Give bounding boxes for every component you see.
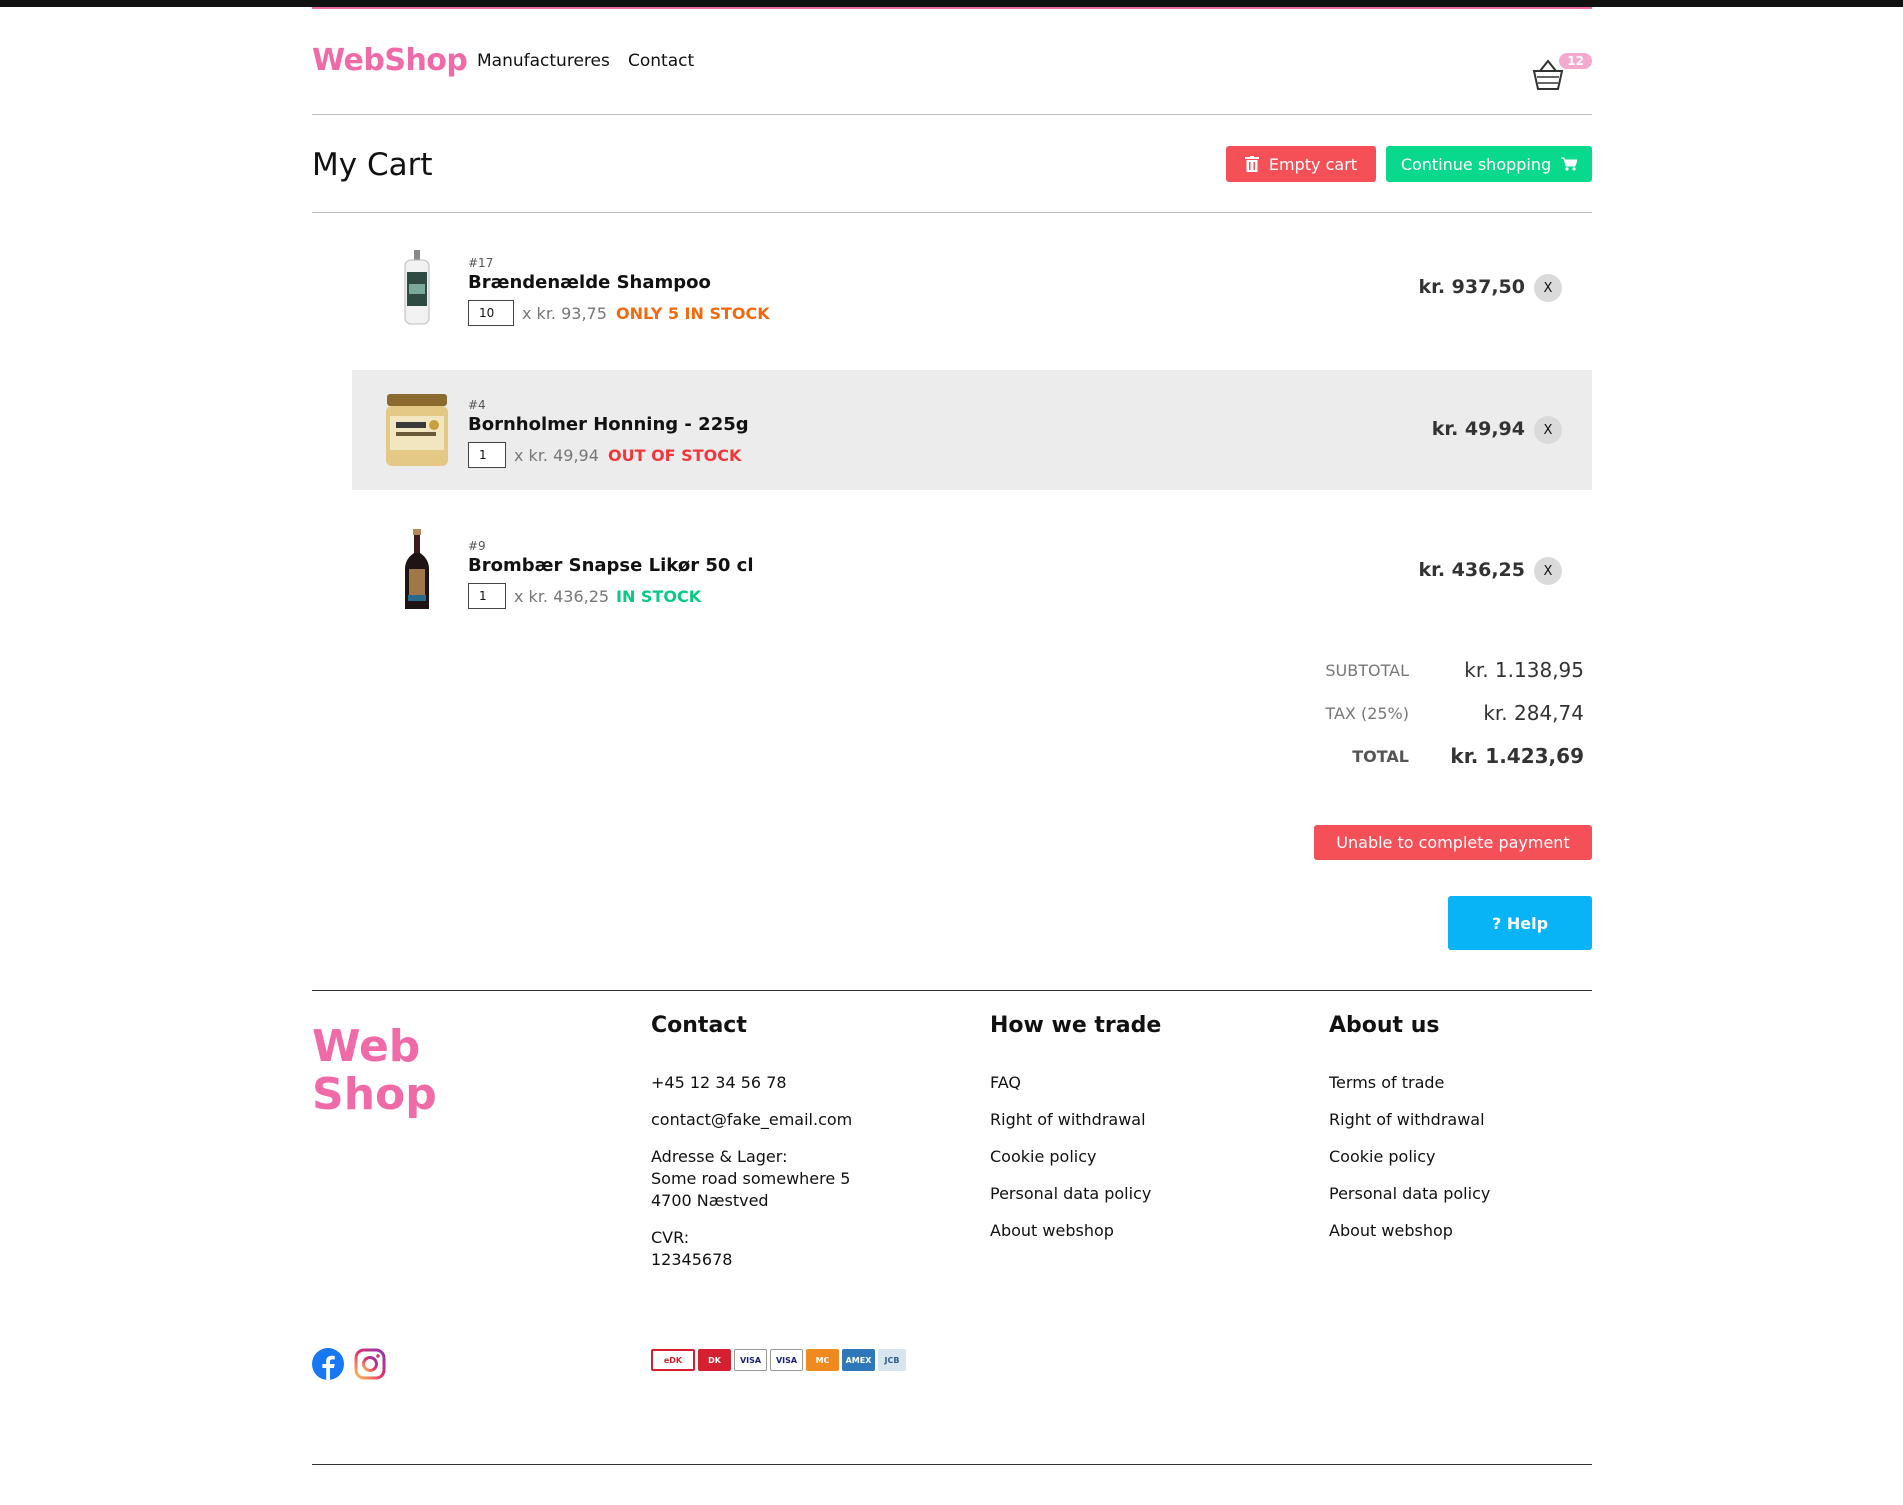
- tax-label: TAX (25%): [1325, 704, 1409, 723]
- shopping-cart-icon: [1561, 157, 1578, 171]
- footer-logo-line1: Web: [312, 1021, 421, 1072]
- product-name[interactable]: Brombær Snapse Likør 50 cl: [468, 555, 754, 576]
- line-total: kr. 937,50: [1418, 276, 1525, 298]
- footer-link-personal-data[interactable]: Personal data policy: [990, 1184, 1151, 1203]
- top-bar: [0, 0, 1903, 7]
- unit-price: x kr. 93,75: [522, 304, 607, 323]
- facebook-icon[interactable]: [312, 1348, 344, 1380]
- footer-link-personal-data[interactable]: Personal data policy: [1329, 1184, 1490, 1203]
- footer-cvr: CVR: 12345678: [651, 1227, 951, 1271]
- footer-logo-line2: Shop: [312, 1069, 437, 1120]
- quantity-input[interactable]: [468, 300, 514, 326]
- footer-link-withdrawal[interactable]: Right of withdrawal: [990, 1110, 1146, 1129]
- help-button[interactable]: ? Help: [1448, 896, 1592, 950]
- stock-status: OUT OF STOCK: [608, 446, 742, 465]
- product-image-liqueur[interactable]: [382, 529, 452, 613]
- cart-item: #9 Brombær Snapse Likør 50 cl x kr. 436,…: [352, 511, 1592, 631]
- cvr-label: CVR:: [651, 1228, 690, 1247]
- footer-trade-column: How we trade FAQ Right of withdrawal Coo…: [990, 1013, 1290, 1257]
- footer-phone[interactable]: +45 12 34 56 78: [651, 1072, 951, 1094]
- social-links: [312, 1348, 386, 1380]
- footer-link-cookie[interactable]: Cookie policy: [990, 1147, 1097, 1166]
- edankort-card-icon: eDK: [651, 1349, 695, 1371]
- cvr-number: 12345678: [651, 1250, 733, 1269]
- trash-icon: [1244, 156, 1259, 172]
- stock-status: ONLY 5 IN STOCK: [616, 304, 770, 323]
- footer-link-about-webshop[interactable]: About webshop: [990, 1221, 1114, 1240]
- stock-status: IN STOCK: [616, 587, 702, 606]
- address-line2: 4700 Næstved: [651, 1191, 769, 1210]
- total-value: kr. 1.423,69: [1450, 744, 1584, 768]
- page-title: My Cart: [312, 147, 433, 183]
- footer-about-column: About us Terms of trade Right of withdra…: [1329, 1013, 1629, 1257]
- subtotal-label: SUBTOTAL: [1325, 661, 1409, 680]
- unit-price: x kr. 436,25: [514, 587, 610, 606]
- footer-logo[interactable]: Web Shop: [312, 1023, 437, 1119]
- remove-item-button[interactable]: X: [1534, 274, 1562, 302]
- line-total: kr. 49,94: [1431, 418, 1525, 440]
- product-sku: #4: [468, 398, 486, 412]
- visa-electron-card-icon: VISA: [770, 1349, 803, 1371]
- total-label: TOTAL: [1352, 747, 1409, 766]
- cart-item: #17 Brændenælde Shampoo x kr. 93,75 ONLY…: [352, 228, 1592, 348]
- instagram-icon[interactable]: [354, 1348, 386, 1380]
- quantity-input[interactable]: [468, 583, 506, 609]
- site-logo[interactable]: WebShop: [312, 43, 468, 78]
- line-total: kr. 436,25: [1418, 559, 1525, 581]
- footer-contact-column: Contact +45 12 34 56 78 contact@fake_ema…: [651, 1013, 951, 1286]
- site-header: WebShop Manufactureres Contact 12: [312, 9, 1592, 115]
- empty-cart-label: Empty cart: [1268, 154, 1358, 174]
- payment-methods: eDK DK VISA VISA MC AMEX JCB: [651, 1349, 906, 1371]
- product-image-shampoo[interactable]: [382, 246, 452, 330]
- footer-link-terms[interactable]: Terms of trade: [1329, 1073, 1444, 1092]
- quantity-input[interactable]: [468, 442, 506, 468]
- product-sku: #9: [468, 539, 486, 553]
- remove-item-button[interactable]: X: [1534, 416, 1562, 444]
- payment-error-button[interactable]: Unable to complete payment: [1314, 825, 1592, 860]
- subtotal-value: kr. 1.138,95: [1464, 658, 1584, 682]
- footer-link-cookie[interactable]: Cookie policy: [1329, 1147, 1436, 1166]
- footer-trade-heading: How we trade: [990, 1013, 1162, 1038]
- unit-price: x kr. 49,94: [514, 446, 599, 465]
- address-label: Adresse & Lager:: [651, 1147, 788, 1166]
- continue-shopping-label: Continue shopping: [1400, 154, 1552, 174]
- visa-card-icon: VISA: [734, 1349, 767, 1371]
- product-name[interactable]: Brændenælde Shampoo: [468, 272, 711, 293]
- nav-contact[interactable]: Contact: [628, 51, 694, 71]
- footer-about-heading: About us: [1329, 1013, 1440, 1038]
- footer-email[interactable]: contact@fake_email.com: [651, 1109, 951, 1131]
- cart-count-badge: 12: [1559, 53, 1592, 69]
- footer-link-about-webshop[interactable]: About webshop: [1329, 1221, 1453, 1240]
- footer-contact-heading: Contact: [651, 1013, 747, 1038]
- amex-card-icon: AMEX: [842, 1349, 875, 1371]
- cart-item: #4 Bornholmer Honning - 225g x kr. 49,94…: [352, 370, 1592, 490]
- jcb-card-icon: JCB: [878, 1349, 906, 1371]
- footer-address: Adresse & Lager: Some road somewhere 5 4…: [651, 1146, 951, 1212]
- footer-link-withdrawal[interactable]: Right of withdrawal: [1329, 1110, 1485, 1129]
- dankort-card-icon: DK: [698, 1349, 731, 1371]
- empty-cart-button[interactable]: Empty cart: [1226, 146, 1376, 182]
- product-name[interactable]: Bornholmer Honning - 225g: [468, 414, 749, 435]
- continue-shopping-button[interactable]: Continue shopping: [1386, 146, 1592, 182]
- product-image-honey[interactable]: [382, 388, 452, 472]
- remove-item-button[interactable]: X: [1534, 557, 1562, 585]
- footer-link-faq[interactable]: FAQ: [990, 1073, 1021, 1092]
- site-footer: Web Shop Contact +45 12 34 56 78 contact…: [312, 990, 1592, 1465]
- nav-manufacturers[interactable]: Manufactureres: [477, 51, 610, 71]
- cart-title-bar: My Cart Empty cart Continue shopping: [312, 115, 1592, 213]
- tax-value: kr. 284,74: [1483, 701, 1584, 725]
- address-line1: Some road somewhere 5: [651, 1169, 851, 1188]
- mastercard-card-icon: MC: [806, 1349, 839, 1371]
- product-sku: #17: [468, 256, 494, 270]
